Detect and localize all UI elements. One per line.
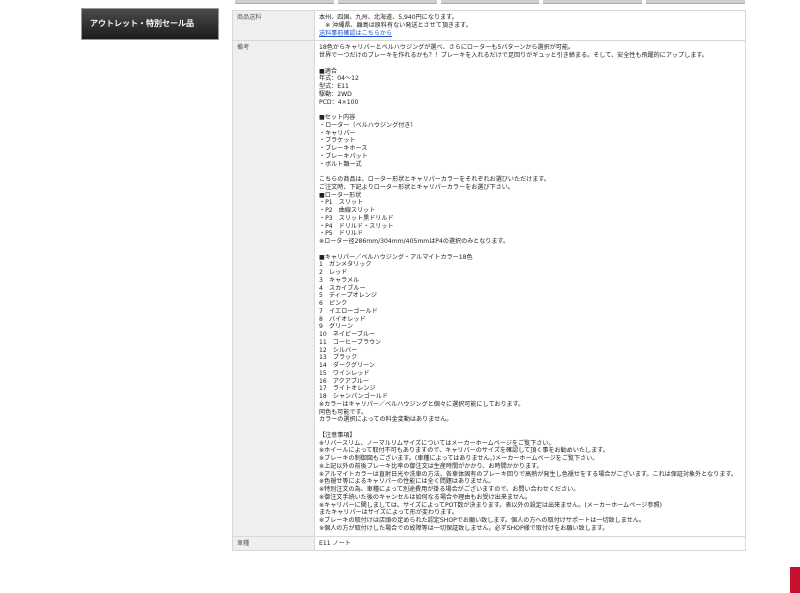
top-tab[interactable] [337,0,437,4]
table-row: 商品送料 本州、四国、九州、北海道、5,940円になります。 ※ 沖縄県、離島は… [232,9,746,42]
table-row: 車種 E11 ノート [232,535,746,552]
outlet-sale-label: アウトレット・特別セール品 [90,19,194,28]
top-tab[interactable] [543,0,643,4]
vehicle-text: E11 ノート [314,535,746,552]
top-tab[interactable] [235,0,334,4]
row-label-shipping: 商品送料 [232,9,315,42]
product-spec-table: 商品送料 本州、四国、九州、北海道、5,940円になります。 ※ 沖縄県、離島は… [232,9,746,552]
page-top-button[interactable] [790,567,800,593]
outlet-sale-banner[interactable]: アウトレット・特別セール品 [81,8,219,40]
top-tab-strip [235,0,745,4]
table-row: 備考 18色からキャリパーとベルハウジングが選べ、さらにローターも5パターンから… [232,40,746,537]
notes-text: 18色からキャリパーとベルハウジングが選べ、さらにローターも5パターンから選択が… [314,40,746,537]
shipping-text: 本州、四国、九州、北海道、5,940円になります。 ※ 沖縄県、離島は原料有ない… [319,14,472,29]
row-label-notes: 備考 [232,40,315,537]
top-tab[interactable] [440,0,540,4]
top-tab[interactable] [646,0,745,4]
shipping-check-link[interactable]: 送料事前確認はこちらから [319,30,741,38]
shipping-cell: 本州、四国、九州、北海道、5,940円になります。 ※ 沖縄県、離島は原料有ない… [314,9,746,42]
row-label-vehicle: 車種 [232,535,315,552]
